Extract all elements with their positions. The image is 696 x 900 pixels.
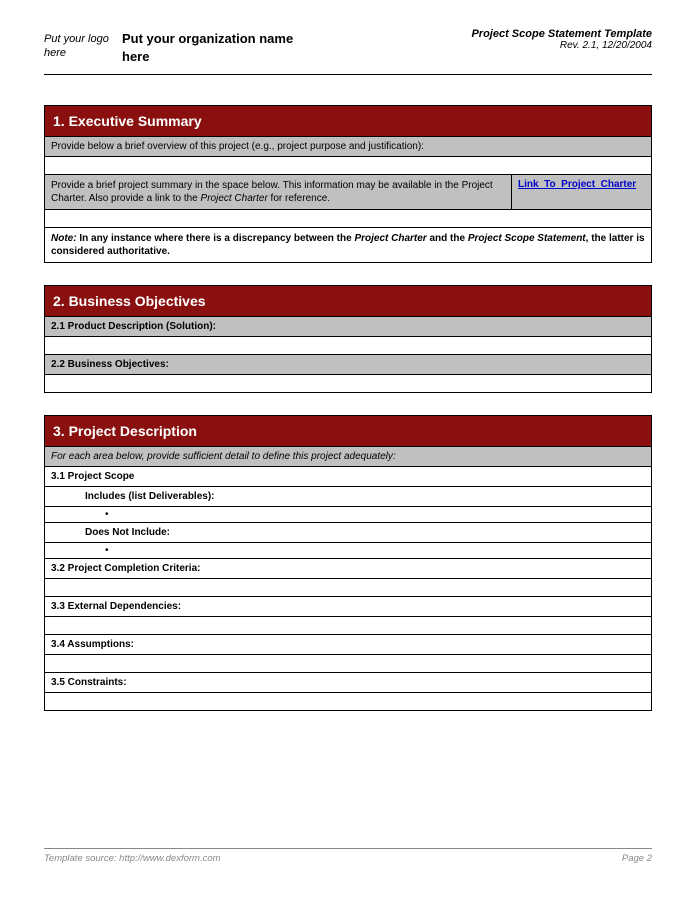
s3-input-35[interactable] [44, 693, 652, 711]
s3-input-33[interactable] [44, 617, 652, 635]
s1-instruction-2-row: Provide a brief project summary in the s… [44, 175, 652, 210]
s1-instruction-1: Provide below a brief overview of this p… [44, 137, 652, 157]
s1-charter-link-cell: Link_To_Project_Charter [511, 175, 651, 209]
s3-sub-33: 3.3 External Dependencies: [44, 597, 652, 617]
organization-placeholder: Put your organization name here [122, 28, 302, 66]
s2-sub-1: 2.1 Product Description (Solution): [44, 317, 652, 337]
section-project-description: 3. Project Description For each area bel… [44, 415, 652, 711]
s3-excludes-label: Does Not Include: [44, 523, 652, 543]
page-footer: Template source: http://www.dexform.com … [44, 848, 652, 864]
s1-note-a: In any instance where there is a discrep… [77, 233, 355, 244]
document-revision: Rev. 2.1, 12/20/2004 [471, 40, 652, 51]
s1-instr2-part-c: for reference. [268, 193, 330, 204]
logo-placeholder: Put your logo here [44, 28, 112, 61]
s2-sub-2: 2.2 Business Objectives: [44, 355, 652, 375]
s3-input-34[interactable] [44, 655, 652, 673]
section-3-header: 3. Project Description [44, 415, 652, 447]
s1-instruction-2: Provide a brief project summary in the s… [45, 175, 511, 209]
footer-source: Template source: http://www.dexform.com [44, 853, 221, 864]
s2-input-2[interactable] [44, 375, 652, 393]
footer-page-number: Page 2 [622, 853, 652, 864]
s1-instr2-part-b: Project Charter [201, 193, 268, 204]
s1-note-prefix: Note: [51, 233, 77, 244]
section-1-header: 1. Executive Summary [44, 105, 652, 137]
s1-note-d: Project Scope Statement [468, 233, 586, 244]
s1-note: Note: In any instance where there is a d… [44, 228, 652, 263]
s3-sub-31: 3.1 Project Scope [44, 467, 652, 487]
document-header: Put your logo here Put your organization… [44, 28, 652, 75]
s1-input-1[interactable] [44, 157, 652, 175]
section-business-objectives: 2. Business Objectives 2.1 Product Descr… [44, 285, 652, 393]
s3-sub-32: 3.2 Project Completion Criteria: [44, 559, 652, 579]
document-title: Project Scope Statement Template [471, 28, 652, 40]
s3-sub-34: 3.4 Assumptions: [44, 635, 652, 655]
s3-includes-bullet[interactable]: • [44, 507, 652, 523]
section-2-header: 2. Business Objectives [44, 285, 652, 317]
s3-includes-label: Includes (list Deliverables): [44, 487, 652, 507]
s1-note-c: and the [427, 233, 468, 244]
s3-input-32[interactable] [44, 579, 652, 597]
s2-input-1[interactable] [44, 337, 652, 355]
section-executive-summary: 1. Executive Summary Provide below a bri… [44, 105, 652, 263]
s3-sub-35: 3.5 Constraints: [44, 673, 652, 693]
document-title-block: Project Scope Statement Template Rev. 2.… [471, 28, 652, 51]
s1-input-2[interactable] [44, 210, 652, 228]
s3-intro: For each area below, provide sufficient … [44, 447, 652, 467]
s3-excludes-bullet[interactable]: • [44, 543, 652, 559]
s1-note-b: Project Charter [354, 233, 426, 244]
project-charter-link[interactable]: Link_To_Project_Charter [518, 179, 636, 190]
